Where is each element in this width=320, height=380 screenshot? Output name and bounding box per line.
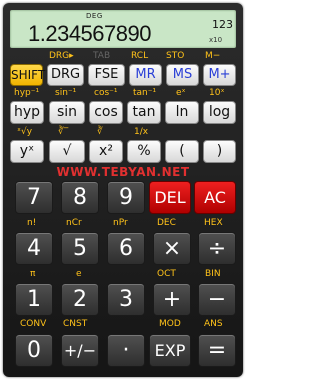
label-arctan: tan⁻¹ [133, 88, 157, 98]
label-tab: TAB [93, 51, 111, 61]
label-cnst: CNST [63, 319, 88, 329]
label-reciprocal: 1/x [134, 127, 149, 137]
memory-recall-button[interactable]: MR [129, 64, 162, 86]
sin-button[interactable]: sin [49, 101, 85, 124]
add-button[interactable]: + [153, 283, 191, 316]
label-ans: ANS [204, 319, 223, 329]
decimal-point-button[interactable]: · [107, 334, 145, 367]
label-drg-arrow: DRG▸ [49, 51, 74, 61]
angle-mode-indicator: DEG [86, 12, 103, 20]
square-button[interactable]: x² [89, 140, 123, 163]
exp-button[interactable]: EXP [149, 334, 191, 367]
label-e: e [76, 269, 82, 279]
digit-4-button[interactable]: 4 [15, 232, 53, 265]
subtract-button[interactable]: − [198, 283, 236, 316]
all-clear-button[interactable]: AC [194, 181, 236, 214]
label-sto: STO [166, 51, 185, 61]
shift-button[interactable]: SHIFT [10, 64, 45, 86]
label-cube: ∛ [97, 127, 103, 137]
label-pi: π [30, 269, 36, 279]
divide-button[interactable]: ÷ [198, 232, 236, 265]
tan-button[interactable]: tan [127, 101, 161, 124]
label-ncr: nCr [66, 218, 82, 228]
label-m-minus: M− [205, 51, 221, 61]
cos-button[interactable]: cos [89, 101, 123, 124]
label-hyp-inv: hyp⁻¹ [14, 88, 40, 98]
equals-button[interactable]: = [198, 334, 236, 367]
open-paren-button[interactable]: ( [165, 140, 199, 163]
percent-button[interactable]: % [127, 140, 161, 163]
label-bin: BIN [205, 269, 221, 279]
digit-0-button[interactable]: 0 [15, 334, 53, 367]
display-mantissa: 1.234567890 [28, 21, 151, 46]
memory-add-button[interactable]: M+ [203, 64, 236, 86]
digit-7-button[interactable]: 7 [15, 181, 53, 214]
digit-8-button[interactable]: 8 [61, 181, 99, 214]
sign-toggle-button[interactable]: +/− [61, 334, 99, 367]
fse-button[interactable]: FSE [88, 64, 125, 86]
label-oct: OCT [157, 269, 176, 279]
digit-6-button[interactable]: 6 [107, 232, 145, 265]
calculator-body: DEG 1.234567890 123 x10 DRG▸ TAB RCL STO… [3, 3, 243, 377]
digit-2-button[interactable]: 2 [61, 283, 99, 316]
power-button[interactable]: yˣ [10, 140, 44, 163]
display-panel: DEG 1.234567890 123 x10 [10, 10, 236, 48]
label-arccos: cos⁻¹ [94, 88, 118, 98]
label-rcl: RCL [131, 51, 149, 61]
display-base: x10 [209, 36, 223, 44]
ln-button[interactable]: ln [165, 101, 199, 124]
delete-button[interactable]: DEL [149, 181, 191, 214]
watermark: WWW.TEBYAN.NET [56, 165, 190, 179]
close-paren-button[interactable]: ) [203, 140, 236, 163]
log-button[interactable]: log [203, 101, 236, 124]
label-arcsin: sin⁻¹ [55, 88, 77, 98]
digit-3-button[interactable]: 3 [107, 283, 145, 316]
hyp-button[interactable]: hyp [10, 101, 44, 124]
label-conv: CONV [20, 319, 47, 329]
label-ten-pow: 10ˣ [209, 88, 225, 98]
digit-1-button[interactable]: 1 [15, 283, 53, 316]
digit-5-button[interactable]: 5 [61, 232, 99, 265]
drg-button[interactable]: DRG [47, 64, 84, 86]
multiply-button[interactable]: × [153, 232, 191, 265]
label-hex: HEX [204, 218, 223, 228]
label-npr: nPr [113, 218, 128, 228]
sqrt-button[interactable]: √ [49, 140, 85, 163]
memory-store-button[interactable]: MS [166, 64, 199, 86]
label-mod: MOD [159, 319, 181, 329]
label-cube-root: ∛‾ [58, 127, 69, 137]
digit-9-button[interactable]: 9 [107, 181, 145, 214]
label-exp-e: eˣ [176, 88, 186, 98]
display-exponent: 123 [212, 18, 233, 31]
label-dec: DEC [157, 218, 176, 228]
label-xth-root: ˣ√y [17, 127, 33, 137]
label-factorial: n! [27, 218, 37, 228]
